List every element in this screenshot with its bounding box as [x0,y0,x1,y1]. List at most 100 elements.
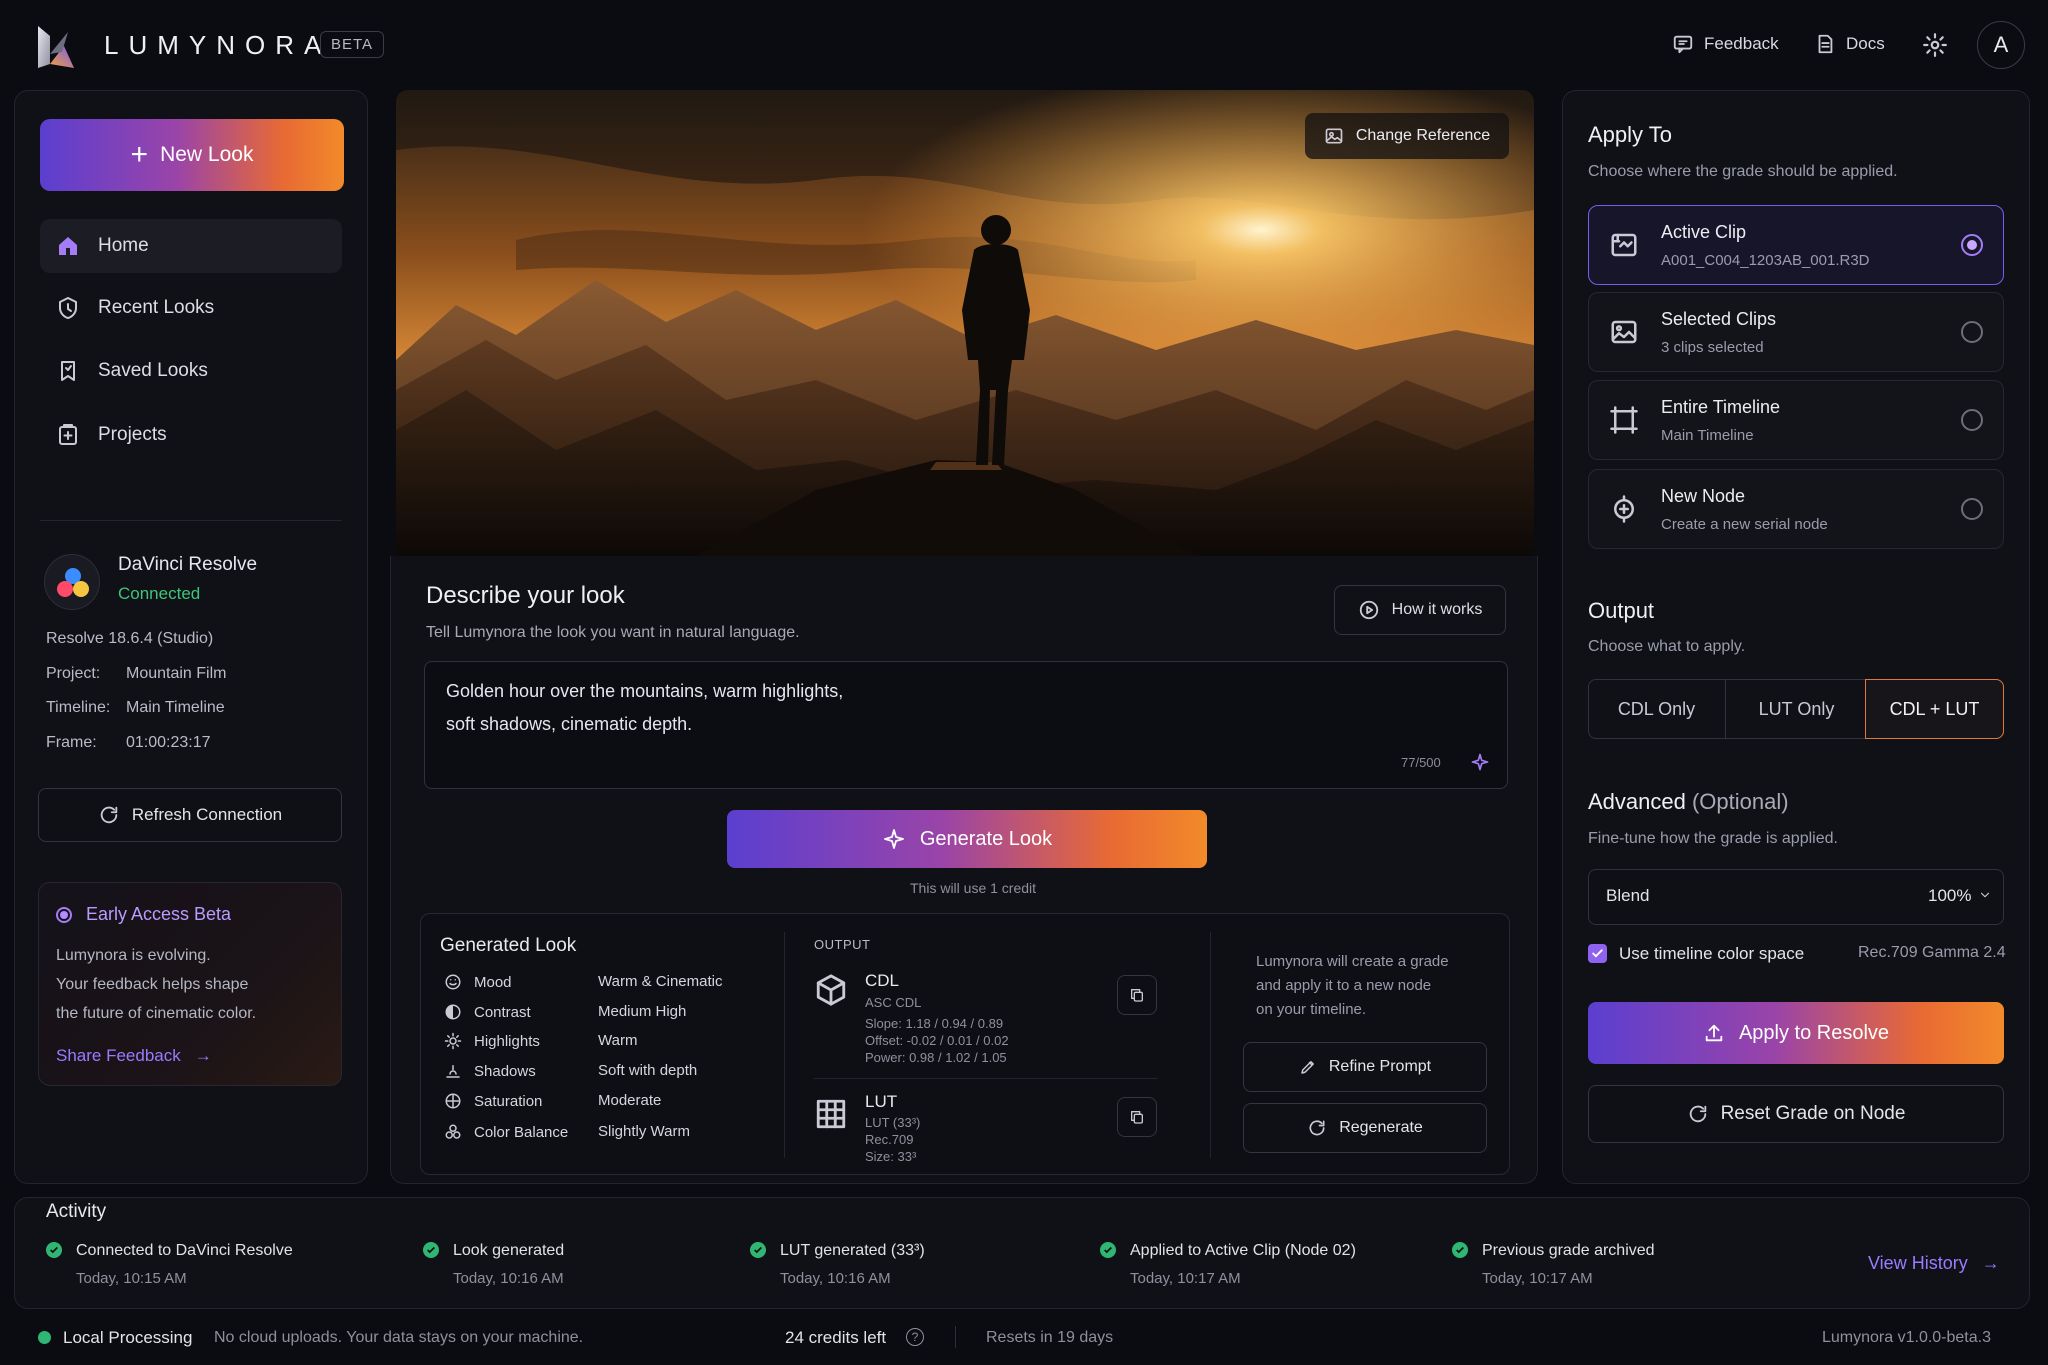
cdl-slope: Slope: 1.18 / 0.94 / 0.89 [865,1016,1004,1031]
shadows-icon [446,1065,460,1078]
lut-line-3: Size: 33³ [865,1149,917,1164]
mood-icon [445,974,461,990]
gl-row-color-balance: Color Balance [444,1123,568,1141]
resolve-version: Resolve 18.6.4 (Studio) [46,630,214,647]
blend-label: Blend [1606,886,1650,905]
credits-left: 24 credits left [785,1328,887,1347]
check-icon [1592,949,1603,958]
advanced-subtitle: Fine-tune how the grade is applied. [1588,830,1838,847]
sparkle-icon[interactable] [1470,752,1490,772]
view-history-link[interactable]: View History → [1868,1253,2000,1274]
gl-label: Contrast [474,1003,531,1021]
image-icon [1325,128,1343,144]
apply-to-resolve-button[interactable]: Apply to Resolve [1588,1002,2004,1064]
sidebar-item-recent-looks[interactable]: Recent Looks [40,281,342,335]
copy-icon [1131,989,1143,1002]
generate-look-button[interactable]: Generate Look [727,810,1207,868]
recent-looks-icon [59,297,77,319]
timeline-value: Main Timeline [126,699,225,716]
check-circle-icon [750,1242,766,1258]
radio-unselected[interactable] [1961,409,1983,431]
connection-status: Connected [118,584,201,603]
activity-item-time: Today, 10:16 AM [453,1270,564,1287]
beta-text-2: Your feedback helps shape [56,976,249,993]
generate-note-3: on your timeline. [1256,1001,1367,1018]
option-new-node[interactable]: New Node Create a new serial node [1588,469,2004,549]
output-label: OUTPUT [814,937,871,952]
refine-prompt-button[interactable]: Refine Prompt [1243,1042,1487,1092]
radio-unselected[interactable] [1961,498,1983,520]
share-feedback-link[interactable]: Share Feedback → [56,1046,212,1066]
davinci-logo [44,554,100,610]
column-divider [1210,932,1211,1158]
connection-app-name: DaVinci Resolve [118,554,258,575]
apply-to-resolve-label: Apply to Resolve [1738,1021,1890,1044]
credits-help-icon[interactable]: ? [906,1328,924,1346]
cube-icon [816,974,846,1006]
use-color-space-checkbox[interactable] [1588,944,1607,963]
output-subtitle: Choose what to apply. [1588,638,1746,655]
sidebar-item-saved-looks[interactable]: Saved Looks [40,344,342,398]
new-look-label: New Look [160,143,254,166]
change-reference-button[interactable]: Change Reference [1305,113,1509,159]
option-subtitle: 3 clips selected [1661,339,1764,356]
blend-value: 100% [1928,886,1972,905]
beta-text-3: the future of cinematic color. [56,1005,257,1022]
copy-lut-button[interactable] [1117,1097,1157,1137]
option-active-clip[interactable]: Active Clip A001_C004_1203AB_001.R3D [1588,205,2004,285]
share-feedback-label: Share Feedback [56,1046,181,1065]
logo-mark-icon [38,26,74,68]
use-color-space-label: Use timeline color space [1619,944,1805,963]
gl-row-shadows: Shadows [444,1062,536,1080]
refresh-icon [100,806,118,824]
docs-label: Docs [1846,34,1885,53]
timeline-frame-icon [1610,406,1638,434]
regenerate-button[interactable]: Regenerate [1243,1103,1487,1153]
new-node-icon [1614,495,1634,523]
generate-note-2: and apply it to a new node [1256,977,1432,994]
beta-badge: BETA [320,31,385,58]
option-entire-timeline[interactable]: Entire Timeline Main Timeline [1588,380,2004,460]
sidebar-item-projects[interactable]: Projects [40,408,342,462]
gl-label: Color Balance [474,1123,569,1141]
images-icon [1611,320,1637,344]
cdl-offset: Offset: -0.02 / 0.01 / 0.02 [865,1033,1009,1048]
upload-icon [1705,1024,1723,1042]
color-space-value: Rec.709 Gamma 2.4 [1858,944,2006,961]
credit-note: This will use 1 credit [910,880,1037,896]
reference-image [396,90,1534,556]
saturation-icon [445,1093,461,1109]
bookmark-icon [61,361,75,381]
timeline-label: Timeline: [46,699,111,716]
new-look-button[interactable]: + New Look [40,119,344,191]
settings-button[interactable] [1922,32,1948,58]
cdl-icon [814,973,848,1007]
option-title: Selected Clips [1661,309,1777,329]
copy-cdl-button[interactable] [1117,975,1157,1015]
docs-button[interactable]: Docs [1814,33,1885,55]
status-divider [955,1326,956,1348]
feedback-button[interactable]: Feedback [1672,33,1779,55]
reset-grade-button[interactable]: Reset Grade on Node [1588,1085,2004,1143]
refresh-connection-label: Refresh Connection [131,805,283,824]
sidebar-item-label: Projects [98,424,167,445]
output-option-cdl-lut[interactable]: CDL + LUT [1865,679,2004,739]
refresh-connection-button[interactable]: Refresh Connection [38,788,342,842]
radio-unselected[interactable] [1961,321,1983,343]
output-option-cdl-only[interactable]: CDL Only [1588,679,1726,739]
avatar[interactable]: A [1977,21,2025,69]
sidebar-item-home[interactable]: Home [40,219,342,273]
reset-icon [1689,1105,1706,1123]
radio-selected[interactable] [1961,234,1983,256]
output-option-lut-only[interactable]: LUT Only [1727,679,1866,739]
grid-icon [816,1099,846,1129]
option-title: Entire Timeline [1661,397,1781,417]
activity-item: Applied to Active Clip (Node 02) Today, 1… [1100,1242,1356,1287]
activity-item-time: Today, 10:17 AM [1130,1270,1241,1287]
option-title: Active Clip [1661,222,1747,242]
how-it-works-button[interactable]: How it works [1334,585,1506,635]
gl-value: Warm [598,1032,638,1049]
option-selected-clips[interactable]: Selected Clips 3 clips selected [1588,292,2004,372]
gl-value: Moderate [598,1092,662,1109]
activity-item-time: Today, 10:16 AM [780,1270,891,1287]
